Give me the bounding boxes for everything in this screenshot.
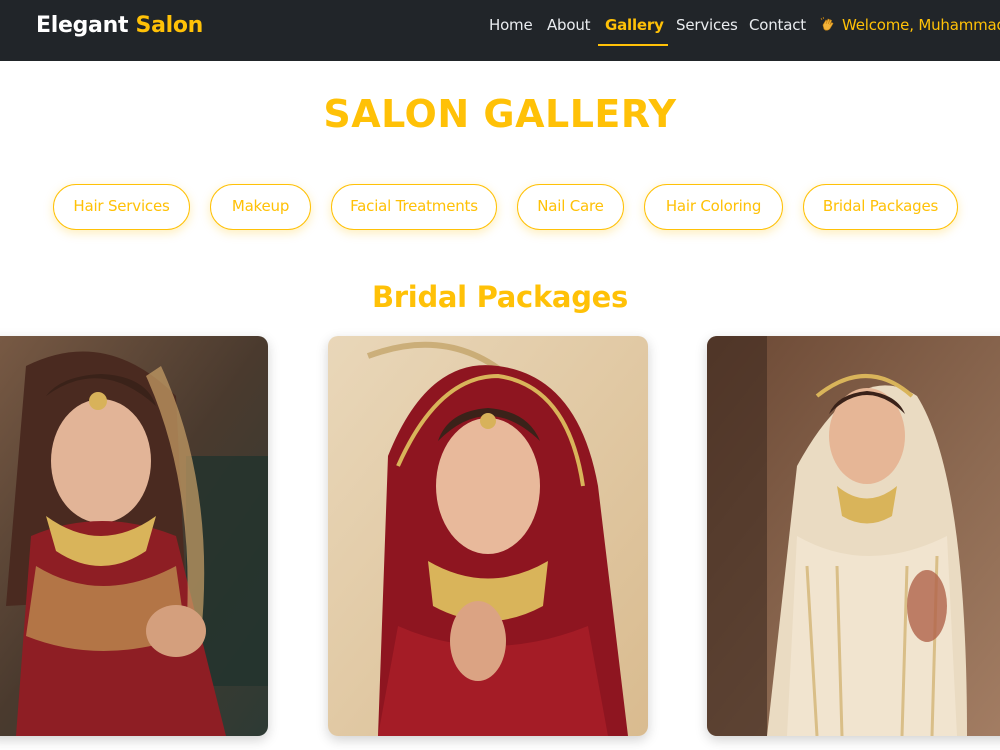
- filter-facial-treatments[interactable]: Facial Treatments: [331, 184, 497, 230]
- navbar: Elegant Salon Home About Gallery Service…: [0, 0, 1000, 61]
- filter-makeup[interactable]: Makeup: [210, 184, 311, 230]
- nav-link-home[interactable]: Home: [489, 16, 533, 34]
- filter-nail-care[interactable]: Nail Care: [517, 184, 624, 230]
- active-nav-indicator: [598, 44, 668, 46]
- welcome-text: Welcome, Muhammad: [842, 16, 1000, 34]
- nav-link-gallery[interactable]: Gallery: [605, 16, 664, 34]
- brand-name-part1: Elegant: [36, 13, 129, 38]
- welcome-message[interactable]: Welcome, Muhammad: [820, 16, 1000, 34]
- page-title: SALON GALLERY: [323, 92, 677, 136]
- filter-hair-services[interactable]: Hair Services: [53, 184, 190, 230]
- bridal-photo-3: [707, 336, 1000, 736]
- bridal-photo-1: [0, 336, 268, 736]
- section-title: Bridal Packages: [372, 280, 628, 314]
- gallery-image-1[interactable]: [0, 336, 268, 736]
- gallery-image-2[interactable]: [328, 336, 648, 736]
- nav-link-contact[interactable]: Contact: [749, 16, 806, 34]
- gallery-image-3[interactable]: [707, 336, 1000, 736]
- waving-hand-icon: [820, 16, 834, 31]
- filter-hair-coloring[interactable]: Hair Coloring: [644, 184, 783, 230]
- filter-bridal-packages[interactable]: Bridal Packages: [803, 184, 958, 230]
- nav-link-services[interactable]: Services: [676, 16, 738, 34]
- brand-logo[interactable]: Elegant Salon: [36, 13, 203, 38]
- brand-name-part2: Salon: [135, 13, 204, 38]
- nav-link-about[interactable]: About: [547, 16, 591, 34]
- bridal-photo-2: [328, 336, 648, 736]
